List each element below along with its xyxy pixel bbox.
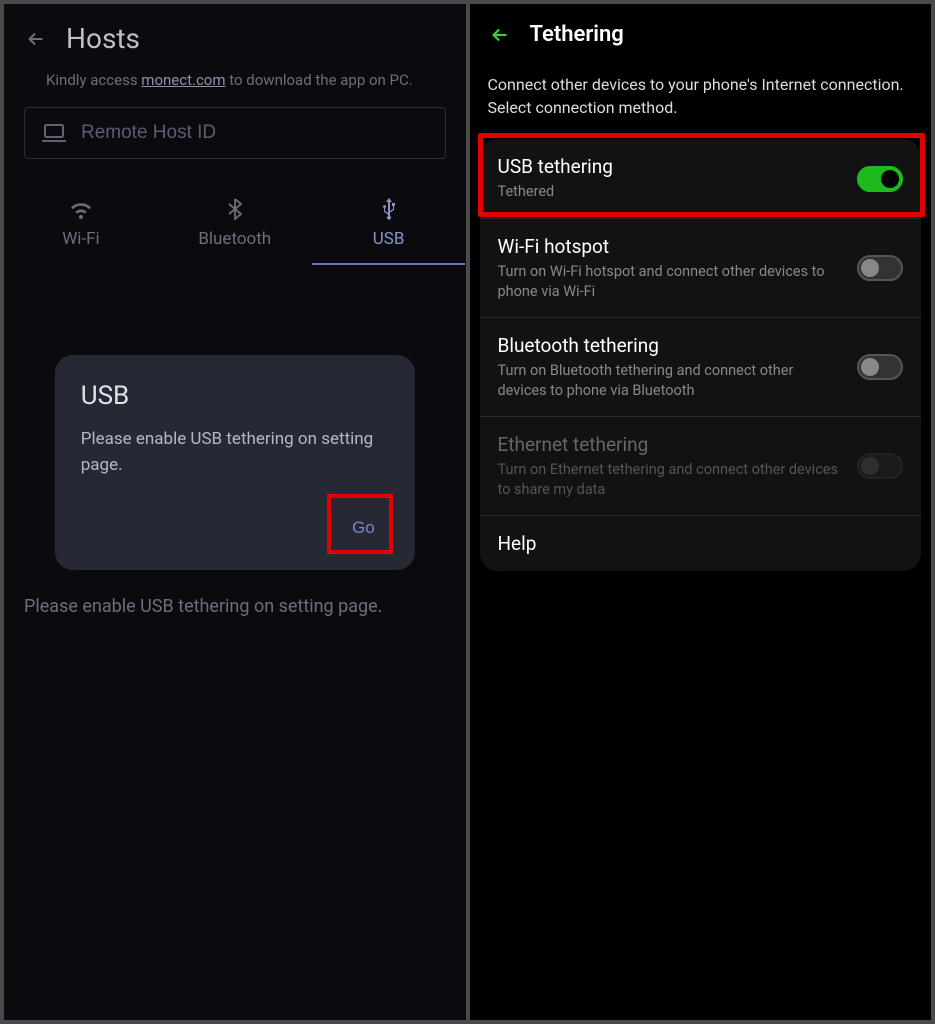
back-arrow-icon[interactable] [24, 27, 48, 51]
host-id-input[interactable] [81, 122, 429, 144]
wifi-hotspot-toggle[interactable] [857, 255, 903, 281]
go-button[interactable]: Go [338, 508, 389, 548]
page-title: Hosts [66, 22, 140, 55]
tab-wifi-label: Wi-Fi [62, 229, 99, 249]
usb-tethering-title: USB tethering [498, 155, 846, 178]
back-arrow-icon[interactable] [488, 23, 512, 47]
usb-tethering-toggle[interactable] [857, 166, 903, 192]
connection-tabs: Wi-Fi Bluetooth USB [4, 187, 466, 265]
download-hint-pre: Kindly access [46, 71, 141, 89]
bluetooth-tethering-row[interactable]: Bluetooth tethering Turn on Bluetooth te… [480, 318, 922, 417]
bottom-hint: Please enable USB tethering on setting p… [4, 570, 466, 617]
tab-bluetooth-label: Bluetooth [198, 229, 271, 249]
tab-bluetooth[interactable]: Bluetooth [158, 187, 312, 265]
tab-usb-label: USB [373, 229, 405, 249]
bluetooth-tethering-toggle[interactable] [857, 354, 903, 380]
usb-icon [381, 197, 397, 221]
host-id-field[interactable] [24, 107, 446, 159]
page-title: Tethering [530, 22, 624, 47]
ethernet-tethering-row: Ethernet tethering Turn on Ethernet teth… [480, 417, 922, 516]
dialog-body: Please enable USB tethering on setting p… [81, 427, 389, 478]
wifi-icon [69, 197, 93, 221]
tab-usb[interactable]: USB [312, 187, 466, 265]
download-hint-post: to download the app on PC. [226, 71, 413, 89]
dialog-title: USB [81, 381, 389, 411]
ethernet-tethering-title: Ethernet tethering [498, 433, 846, 456]
wifi-hotspot-desc: Turn on Wi-Fi hotspot and connect other … [498, 262, 846, 301]
usb-tethering-row[interactable]: USB tethering Tethered [480, 139, 922, 219]
hosts-screen: Hosts Kindly access monect.com to downlo… [4, 4, 466, 1020]
tab-wifi[interactable]: Wi-Fi [4, 187, 158, 265]
help-title: Help [498, 532, 892, 555]
tethering-screen: Tethering Connect other devices to your … [470, 4, 932, 1020]
laptop-icon [41, 123, 67, 143]
download-hint: Kindly access monect.com to download the… [4, 63, 466, 89]
tethering-description: Connect other devices to your phone's In… [470, 55, 932, 119]
wifi-hotspot-title: Wi-Fi hotspot [498, 235, 846, 258]
tethering-options-panel: USB tethering Tethered Wi-Fi hotspot Tur… [480, 139, 922, 571]
usb-dialog: USB Please enable USB tethering on setti… [55, 355, 415, 570]
ethernet-tethering-desc: Turn on Ethernet tethering and connect o… [498, 460, 846, 499]
bluetooth-tethering-desc: Turn on Bluetooth tethering and connect … [498, 361, 846, 400]
hosts-header: Hosts [4, 4, 466, 63]
ethernet-tethering-toggle [857, 453, 903, 479]
dialog-actions: Go [81, 508, 389, 548]
bluetooth-icon [228, 197, 242, 221]
wifi-hotspot-row[interactable]: Wi-Fi hotspot Turn on Wi-Fi hotspot and … [480, 219, 922, 318]
tethering-header: Tethering [470, 4, 932, 55]
bluetooth-tethering-title: Bluetooth tethering [498, 334, 846, 357]
usb-tethering-desc: Tethered [498, 182, 846, 202]
monect-link[interactable]: monect.com [141, 71, 225, 89]
help-row[interactable]: Help [480, 516, 922, 571]
